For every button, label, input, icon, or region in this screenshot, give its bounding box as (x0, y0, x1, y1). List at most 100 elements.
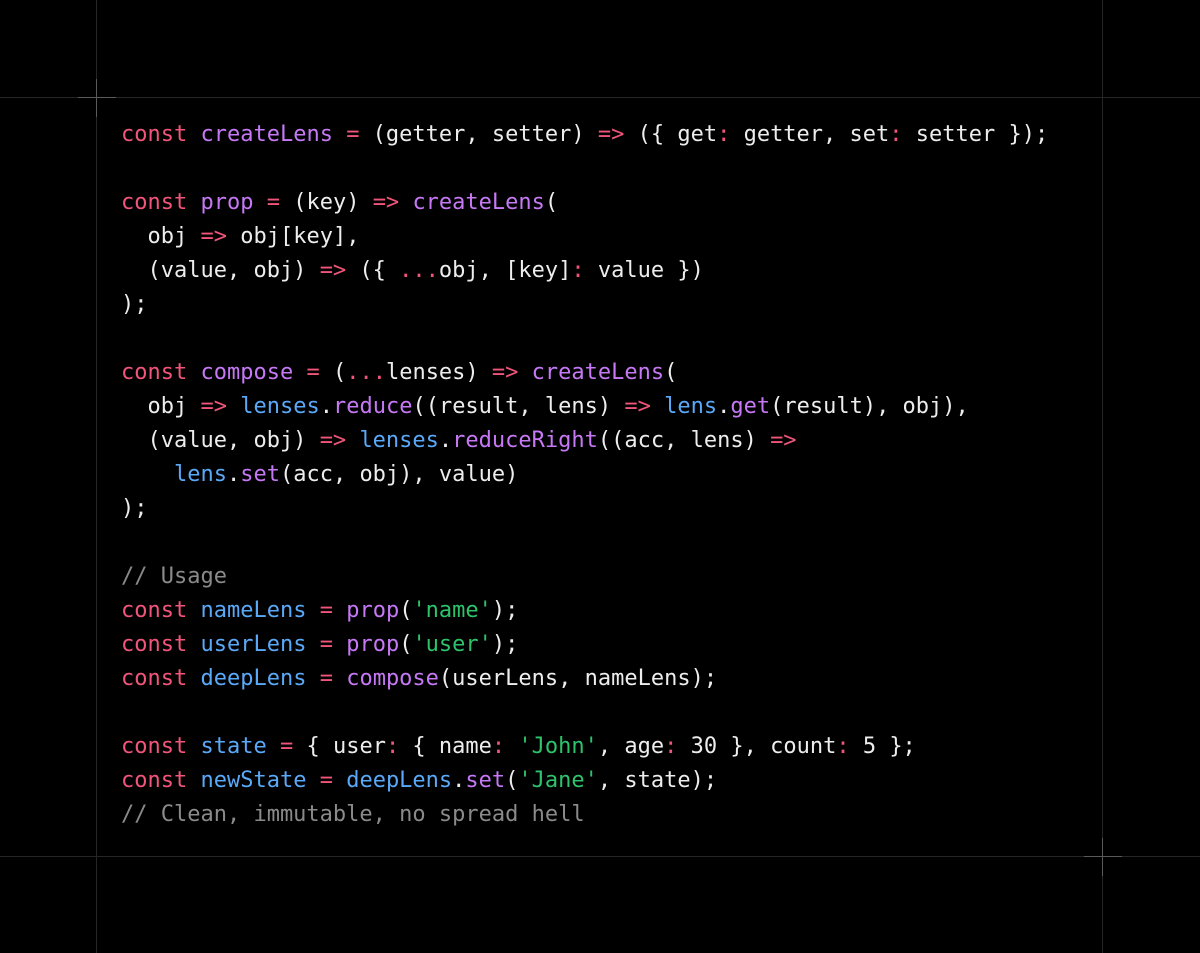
code-token-keyword: const (121, 360, 201, 385)
code-line: const userLens = prop('user'); (121, 628, 1048, 662)
code-token-text: (getter, setter) (359, 122, 598, 147)
code-token-text: (userLens, nameLens); (438, 666, 718, 691)
code-token-text: . (717, 394, 731, 419)
code-line: const state = { user: { name: 'John', ag… (121, 730, 1048, 764)
code-token-text: 5 }; (849, 734, 916, 759)
code-token-text: value }) (584, 258, 704, 283)
code-token-operator: => (597, 122, 625, 147)
code-token-text: ( (399, 598, 413, 623)
code-token-comment: // Usage (121, 564, 227, 589)
code-token-operator: => (200, 394, 227, 419)
code-token-text: ( (319, 360, 347, 385)
code-token-text: ({ (346, 258, 400, 283)
code-token-text: (acc, obj), value) (279, 462, 519, 487)
code-line: const nameLens = prop('name'); (121, 594, 1048, 628)
code-token-operator: ... (346, 360, 386, 385)
code-token-text: obj[key], (226, 224, 360, 249)
code-line: const newState = deepLens.set('Jane', st… (121, 764, 1048, 798)
code-token-text: 30 }, count (677, 734, 837, 759)
guide-line-right (1102, 0, 1103, 953)
code-token-keyword: const (121, 734, 201, 759)
code-token-keyword: const (121, 122, 201, 147)
code-line: (value, obj) => ({ ...obj, [key]: value … (121, 254, 1048, 288)
code-token-text: (value, obj) (121, 428, 320, 453)
code-token-identifier: state (200, 734, 267, 759)
code-token-identifier: newState (200, 768, 307, 793)
code-token-function: set (240, 462, 280, 487)
code-token-text: , age (597, 734, 665, 759)
code-line: (value, obj) => lenses.reduceRight((acc,… (121, 424, 1048, 458)
code-token-operator: => (319, 258, 347, 283)
code-token-identifier: userLens (200, 632, 307, 657)
code-token-operator: = (319, 666, 333, 691)
code-line: obj => lenses.reduce((result, lens) => l… (121, 390, 1048, 424)
code-token-text: . (226, 462, 241, 487)
code-token-text: . (452, 768, 466, 793)
code-line: ); (121, 492, 1048, 526)
code-token-operator: = (319, 632, 333, 657)
code-line: const deepLens = compose(userLens, nameL… (121, 662, 1048, 696)
code-token-operator: = (346, 122, 360, 147)
code-token-keyword: const (121, 768, 201, 793)
code-token-text: ( (505, 768, 519, 793)
code-line: // Clean, immutable, no spread hell (121, 798, 1048, 832)
code-token-operator: => (319, 428, 347, 453)
code-line: // Usage (121, 560, 1048, 594)
code-token-string: 'name' (412, 598, 492, 623)
code-token-identifier: lens (173, 462, 227, 487)
code-token-operator: => (491, 360, 519, 385)
guide-line-top (0, 97, 1200, 98)
code-line: const createLens = (getter, setter) => (… (121, 118, 1048, 152)
code-token-function: reduce (332, 394, 413, 419)
code-token-function: createLens (412, 190, 545, 215)
code-token-text: { user (293, 734, 386, 759)
code-token-text: . (319, 394, 333, 419)
code-token-identifier: deepLens (200, 666, 307, 691)
code-line: const prop = (key) => createLens( (121, 186, 1048, 220)
code-token-text: . (438, 428, 453, 453)
code-token-text: obj (121, 224, 201, 249)
code-token-text: getter, set (730, 122, 890, 147)
code-token-text: setter }); (902, 122, 1049, 147)
code-line: lens.set(acc, obj), value) (121, 458, 1048, 492)
code-token-function: get (730, 394, 771, 419)
code-token-operator: : (385, 734, 400, 759)
code-token-identifier: nameLens (200, 598, 307, 623)
code-token-identifier: lens (664, 394, 718, 419)
code-token-text: ( (664, 360, 678, 385)
code-token-text: (key) (279, 190, 373, 215)
code-token-function: createLens (200, 122, 333, 147)
code-block: const createLens = (getter, setter) => (… (121, 118, 1048, 832)
code-token-string: 'user' (412, 632, 492, 657)
code-token-operator: = (279, 734, 294, 759)
code-token-text: ((result, lens) (412, 394, 625, 419)
code-token-operator: = (319, 598, 333, 623)
code-token-text: lenses) (385, 360, 492, 385)
code-token-text: ( (399, 632, 413, 657)
code-token-operator: : (836, 734, 850, 759)
code-token-text: ); (491, 632, 519, 657)
code-token-operator: => (372, 190, 400, 215)
code-line: const compose = (...lenses) => createLen… (121, 356, 1048, 390)
code-token-operator: ... (399, 258, 439, 283)
code-token-identifier: deepLens (346, 768, 453, 793)
code-token-keyword: const (121, 632, 201, 657)
code-token-function: set (465, 768, 506, 793)
code-token-operator: : (717, 122, 731, 147)
code-token-function: prop (200, 190, 254, 215)
code-token-function: reduceRight (452, 428, 598, 453)
